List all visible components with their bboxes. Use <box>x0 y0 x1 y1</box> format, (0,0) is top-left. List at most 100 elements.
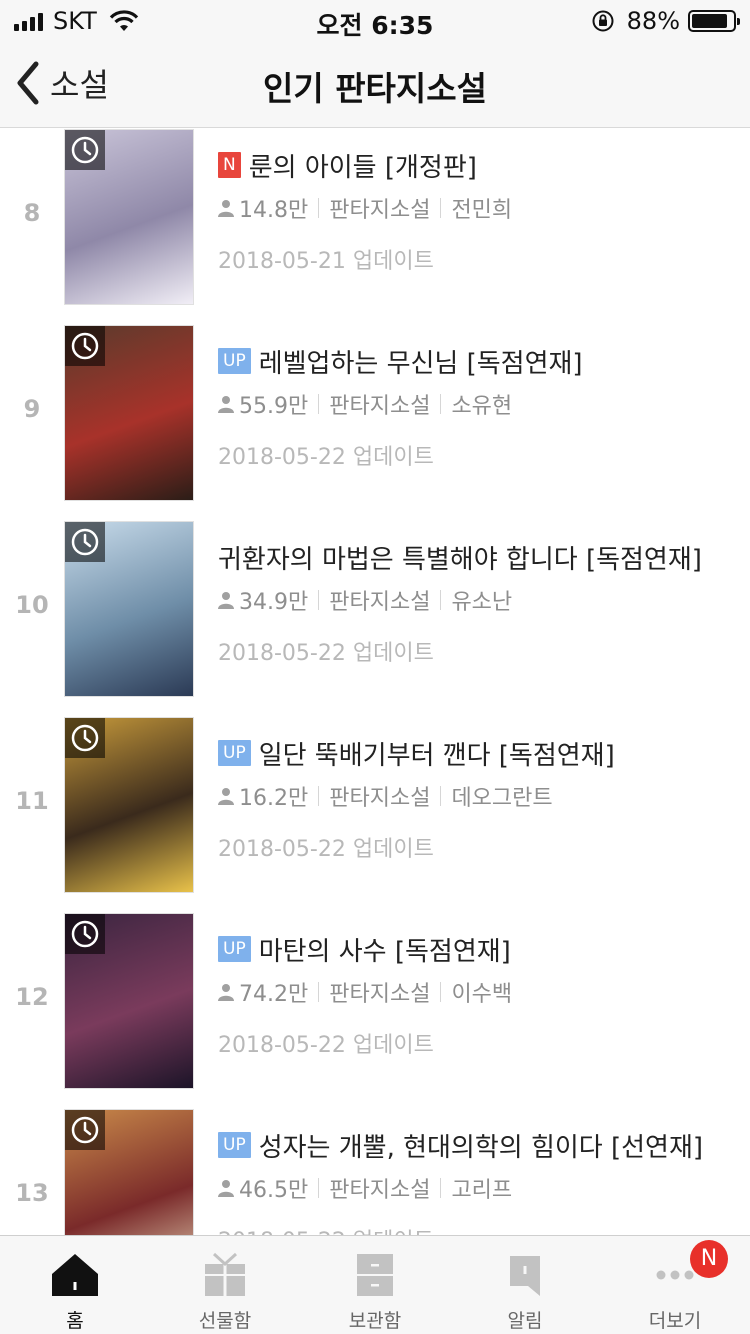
update-date: 2018-05-22 업데이트 <box>218 641 434 666</box>
book-cover[interactable] <box>64 129 194 305</box>
book-meta: 46.5만 판타지소설 고리프 <box>218 1173 740 1203</box>
book-meta: 34.9만 판타지소설 유소난 <box>218 585 740 615</box>
tab-more[interactable]: 더보기 N <box>600 1236 750 1334</box>
person-icon <box>218 396 234 413</box>
divider <box>318 786 320 806</box>
view-count: 14.8만 <box>239 198 309 223</box>
divider <box>318 590 320 610</box>
list-item[interactable]: 10 귀환자의 마법은 특별해야 합니다 [독점연재] 34.9만 판타지소설 … <box>0 521 750 717</box>
clock-icon <box>65 522 105 562</box>
genre: 판타지소설 <box>329 590 431 615</box>
tab-storage[interactable]: 보관함 <box>300 1236 450 1334</box>
book-cover[interactable] <box>64 913 194 1089</box>
tab-label: 알림 <box>507 1310 543 1332</box>
book-info: UP 레벨업하는 무신님 [독점연재] 55.9만 판타지소설 소유현 2018… <box>218 341 740 471</box>
update-date: 2018-05-22 업데이트 <box>218 837 434 862</box>
book-cover[interactable] <box>64 325 194 501</box>
tab-label: 더보기 <box>648 1310 702 1332</box>
view-count: 46.5만 <box>239 1178 309 1203</box>
update-date: 2018-05-22 업데이트 <box>218 445 434 470</box>
genre: 판타지소설 <box>329 1178 431 1203</box>
title-row: 귀환자의 마법은 특별해야 합니다 [독점연재] <box>218 537 740 577</box>
list-item[interactable]: 8 N 룬의 아이들 [개정판] 14.8만 판타지소설 전민희 2018-05… <box>0 129 750 325</box>
notification-icon <box>498 1250 552 1300</box>
author: 유소난 <box>451 590 513 615</box>
divider <box>440 982 442 1002</box>
nav-bar: 소설 인기 판타지소설 <box>0 40 750 128</box>
book-title: 레벨업하는 무신님 [독점연재] <box>258 348 583 379</box>
book-meta: 55.9만 판타지소설 소유현 <box>218 389 740 419</box>
person-icon <box>218 788 234 805</box>
author: 소유현 <box>451 394 513 419</box>
home-icon <box>48 1250 102 1300</box>
divider <box>440 786 442 806</box>
divider <box>318 982 320 1002</box>
book-title: 귀환자의 마법은 특별해야 합니다 [독점연재] <box>218 544 702 575</box>
tab-gift[interactable]: 선물함 <box>150 1236 300 1334</box>
battery-icon <box>688 10 740 32</box>
new-badge: N <box>218 152 241 178</box>
divider <box>440 1178 442 1198</box>
clock-icon <box>65 1110 105 1150</box>
tab-label: 보관함 <box>348 1310 402 1332</box>
tab-bar: 홈 선물함 보관함 알림 더보기 N <box>0 1235 750 1334</box>
tab-label: 홈 <box>66 1310 84 1332</box>
rank-number: 11 <box>15 787 49 815</box>
rotation-lock-icon <box>592 10 614 32</box>
book-cover[interactable] <box>64 1109 194 1235</box>
novel-list: 8 N 룬의 아이들 [개정판] 14.8만 판타지소설 전민희 2018-05… <box>0 129 750 1235</box>
author: 데오그란트 <box>451 786 553 811</box>
new-badge: N <box>690 1240 728 1278</box>
title-row: UP 성자는 개뿔, 현대의학의 힘이다 [선연재] <box>218 1125 740 1165</box>
clock-icon <box>65 130 105 170</box>
book-cover[interactable] <box>64 717 194 893</box>
list-item[interactable]: 12 UP 마탄의 사수 [독점연재] 74.2만 판타지소설 이수백 2018… <box>0 913 750 1109</box>
book-info: UP 마탄의 사수 [독점연재] 74.2만 판타지소설 이수백 2018-05… <box>218 929 740 1059</box>
title-row: UP 마탄의 사수 [독점연재] <box>218 929 740 969</box>
book-meta: 14.8만 판타지소설 전민희 <box>218 193 740 223</box>
view-count: 16.2만 <box>239 786 309 811</box>
rank-number: 8 <box>23 199 41 227</box>
list-item[interactable]: 13 UP 성자는 개뿔, 현대의학의 힘이다 [선연재] 46.5만 판타지소… <box>0 1109 750 1235</box>
book-info: UP 일단 뚝배기부터 깬다 [독점연재] 16.2만 판타지소설 데오그란트 … <box>218 733 740 863</box>
clock-icon <box>65 718 105 758</box>
battery-percent: 88% <box>626 7 680 35</box>
person-icon <box>218 984 234 1001</box>
book-meta: 16.2만 판타지소설 데오그란트 <box>218 781 740 811</box>
view-count: 34.9만 <box>239 590 309 615</box>
update-date: 2018-05-22 업데이트 <box>218 1033 434 1058</box>
book-title: 일단 뚝배기부터 깬다 [독점연재] <box>258 740 615 771</box>
divider <box>440 394 442 414</box>
tab-label: 선물함 <box>198 1310 252 1332</box>
clock-icon <box>65 914 105 954</box>
rank-number: 13 <box>15 1179 49 1207</box>
gift-icon <box>198 1250 252 1300</box>
tab-notification[interactable]: 알림 <box>450 1236 600 1334</box>
title-row: N 룬의 아이들 [개정판] <box>218 145 740 185</box>
status-bar: SKT 오전 6:35 88% <box>0 0 750 40</box>
divider <box>318 198 320 218</box>
book-title: 룬의 아이들 [개정판] <box>248 152 477 183</box>
up-badge: UP <box>218 348 251 374</box>
genre: 판타지소설 <box>329 786 431 811</box>
book-info: 귀환자의 마법은 특별해야 합니다 [독점연재] 34.9만 판타지소설 유소난… <box>218 537 740 667</box>
view-count: 55.9만 <box>239 394 309 419</box>
book-cover[interactable] <box>64 521 194 697</box>
update-date: 2018-05-21 업데이트 <box>218 249 434 274</box>
author: 전민희 <box>451 198 513 223</box>
up-badge: UP <box>218 936 251 962</box>
person-icon <box>218 592 234 609</box>
storage-icon <box>348 1250 402 1300</box>
title-row: UP 레벨업하는 무신님 [독점연재] <box>218 341 740 381</box>
book-info: UP 성자는 개뿔, 현대의학의 힘이다 [선연재] 46.5만 판타지소설 고… <box>218 1125 740 1235</box>
author: 이수백 <box>451 982 513 1007</box>
divider <box>318 1178 320 1198</box>
page-title: 인기 판타지소설 <box>262 69 487 108</box>
list-item[interactable]: 11 UP 일단 뚝배기부터 깬다 [독점연재] 16.2만 판타지소설 데오그… <box>0 717 750 913</box>
list-item[interactable]: 9 UP 레벨업하는 무신님 [독점연재] 55.9만 판타지소설 소유현 20… <box>0 325 750 521</box>
book-title: 마탄의 사수 [독점연재] <box>258 936 511 967</box>
tab-home[interactable]: 홈 <box>0 1236 150 1334</box>
book-info: N 룬의 아이들 [개정판] 14.8만 판타지소설 전민희 2018-05-2… <box>218 145 740 275</box>
rank-number: 9 <box>23 395 41 423</box>
up-badge: UP <box>218 740 251 766</box>
